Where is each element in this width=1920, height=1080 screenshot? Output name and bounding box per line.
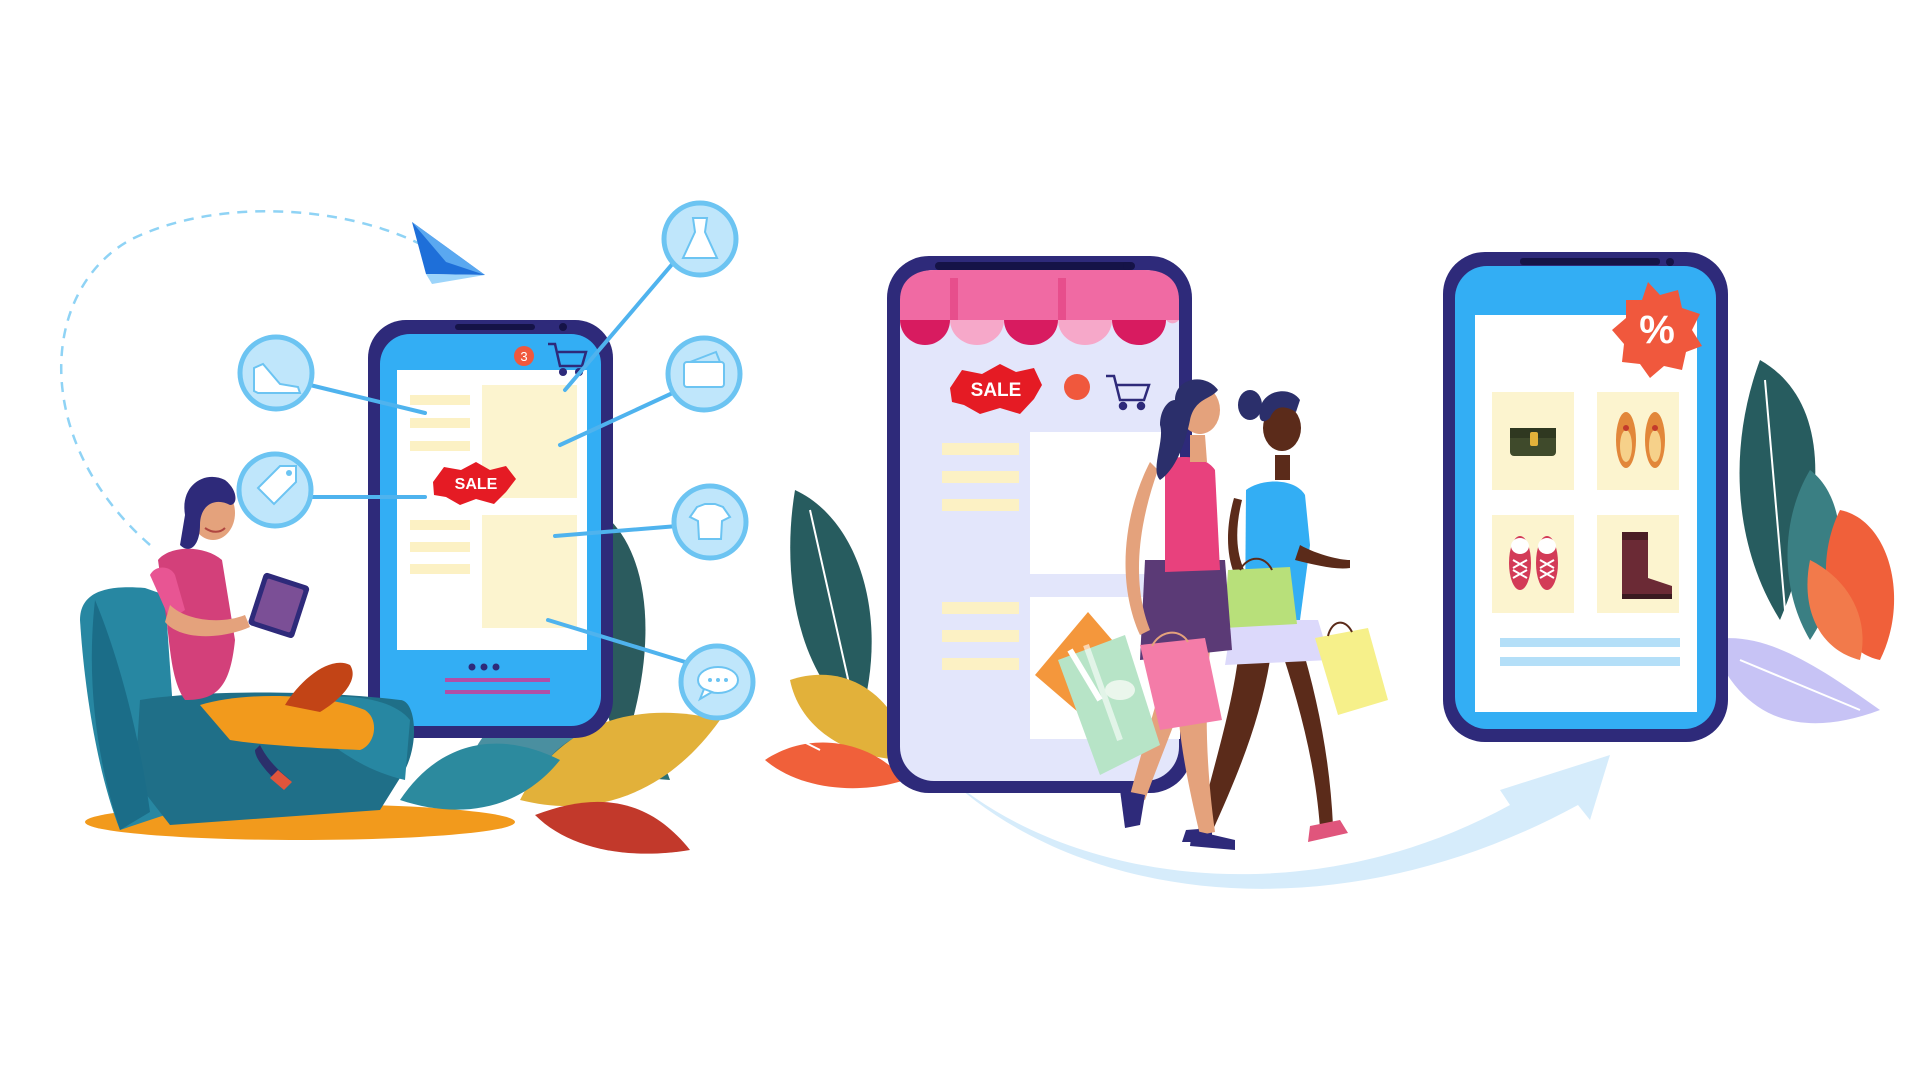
sale-label: SALE: [455, 476, 498, 493]
cart-badge: 3: [514, 346, 534, 366]
wallet-icon: [665, 335, 743, 413]
online-shopping-illustration: 3 SALE SALE %: [59, 200, 1895, 889]
shoe-icon: [237, 334, 315, 412]
price-tag-icon: [236, 451, 314, 529]
left-phone: [368, 320, 613, 738]
paper-plane-icon: [412, 222, 485, 284]
sale-label: SALE: [971, 380, 1022, 401]
dress-icon: [661, 200, 739, 278]
leaves-right: [1710, 360, 1895, 724]
wallet-icon: [1510, 428, 1556, 456]
discount-symbol: %: [1639, 308, 1675, 352]
cart-badge-count: 3: [520, 349, 527, 364]
tshirt-icon: [671, 483, 749, 561]
chat-bubble-icon: [678, 643, 756, 721]
